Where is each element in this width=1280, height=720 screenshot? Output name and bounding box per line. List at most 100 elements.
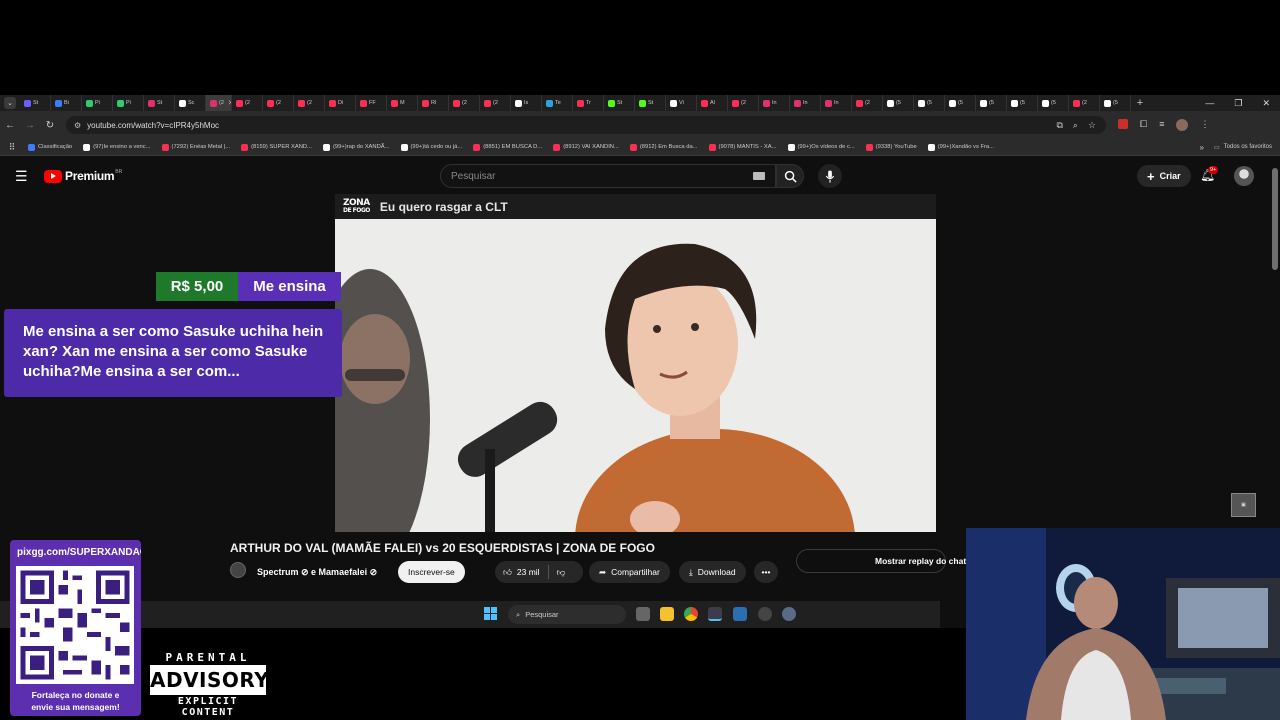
browser-tab[interactable]: Pi	[113, 95, 144, 111]
bookmark-item[interactable]: Classificação	[24, 143, 79, 151]
profile-avatar[interactable]	[1176, 119, 1189, 131]
more-actions-button[interactable]: •••	[754, 561, 778, 583]
browser-tab[interactable]: (5	[914, 95, 945, 111]
show-chat-replay-button[interactable]: Mostrar replay do chat	[796, 549, 966, 573]
browser-tab[interactable]: (2	[852, 95, 883, 111]
maximize-icon[interactable]: ❐	[1234, 98, 1242, 109]
dislike-button[interactable]: 👎︎	[549, 567, 566, 578]
browser-tab[interactable]: RI	[418, 95, 449, 111]
browser-tab[interactable]: M	[387, 95, 418, 111]
browser-tab[interactable]: (5	[945, 95, 976, 111]
obs-icon[interactable]	[758, 607, 772, 621]
browser-tab[interactable]: (2	[294, 95, 325, 111]
browser-tab[interactable]: St	[144, 95, 175, 111]
channel-name[interactable]: Spectrum ⊘ e Mamaefalei ⊘	[257, 567, 377, 578]
streaming-app-icon[interactable]	[708, 607, 722, 621]
browser-tab[interactable]: (2	[449, 95, 480, 111]
browser-tab[interactable]: (5	[1038, 95, 1069, 111]
settings-icon[interactable]	[782, 607, 796, 621]
browser-tab[interactable]: St	[604, 95, 635, 111]
browser-tab[interactable]: Di	[325, 95, 356, 111]
browser-tab[interactable]: (2	[480, 95, 511, 111]
extensions-puzzle-icon[interactable]: ⧠	[1140, 119, 1147, 131]
tab-label: (5	[1113, 100, 1118, 106]
browser-tab[interactable]: Vi	[666, 95, 697, 111]
zoom-icon[interactable]: ⌕	[1073, 120, 1078, 131]
bookmark-item[interactable]: (8159) SUPER XAND...	[237, 143, 319, 151]
browser-tab[interactable]: Al	[697, 95, 728, 111]
browser-tab[interactable]: (5	[1100, 95, 1131, 111]
windows-start-icon[interactable]	[484, 607, 497, 620]
browser-tab[interactable]: In	[790, 95, 821, 111]
browser-tab[interactable]: (5	[1007, 95, 1038, 111]
back-icon[interactable]: ←	[0, 120, 20, 131]
chrome-icon[interactable]	[684, 607, 698, 621]
install-app-icon[interactable]: ⧉	[1056, 120, 1062, 131]
new-tab-button[interactable]: +	[1131, 97, 1149, 109]
keyboard-icon[interactable]	[753, 172, 765, 180]
browser-tab[interactable]: (5	[976, 95, 1007, 111]
search-button[interactable]	[776, 164, 804, 188]
browser-tab[interactable]: (5	[883, 95, 914, 111]
tab-search-button[interactable]: ⌄	[4, 97, 16, 109]
browser-tab[interactable]: St	[20, 95, 51, 111]
bookmark-item[interactable]: (9078) MANTIS - XA...	[705, 143, 784, 151]
youtube-logo[interactable]: Premium BR	[44, 169, 122, 183]
share-button[interactable]: ➦ Compartilhar	[589, 561, 670, 583]
subscribe-button[interactable]: Inscrever-se	[398, 561, 465, 583]
bookmark-item[interactable]: (8912) VAI XANDIN...	[549, 143, 626, 151]
apps-grid-icon[interactable]: ⠿	[0, 142, 24, 153]
bookmark-item[interactable]: (9338) YouTube	[862, 143, 924, 151]
browser-tab[interactable]: Sc	[175, 95, 206, 111]
browser-tab[interactable]: Bi	[51, 95, 82, 111]
browser-tab[interactable]: (2	[232, 95, 263, 111]
close-window-icon[interactable]: ✕	[1262, 98, 1270, 109]
create-button[interactable]: + Criar	[1137, 165, 1191, 187]
task-view-icon[interactable]	[636, 607, 650, 621]
file-explorer-icon[interactable]	[660, 607, 674, 621]
browser-tab[interactable]: In	[821, 95, 852, 111]
browser-tab[interactable]: Te	[542, 95, 573, 111]
menu-icon[interactable]: ☰	[15, 168, 28, 185]
browser-tab[interactable]: St	[635, 95, 666, 111]
browser-tab[interactable]: Tr	[573, 95, 604, 111]
browser-tab[interactable]: (2	[1069, 95, 1100, 111]
browser-tab[interactable]: (2	[263, 95, 294, 111]
browser-tab[interactable]: Pi	[82, 95, 113, 111]
extension-icon[interactable]	[1118, 119, 1128, 129]
bookmark-item[interactable]: (8851) EM BUSCA D...	[469, 143, 549, 151]
voice-search-button[interactable]	[818, 164, 842, 188]
search-input[interactable]: Pesquisar	[440, 164, 776, 188]
bookmark-item[interactable]: (97)Ie ensino a venc...	[79, 143, 157, 151]
player-settings-icon[interactable]: ▣	[1231, 493, 1256, 517]
bookmark-item[interactable]: (99+)tá cedo ou já...	[397, 143, 470, 151]
like-button[interactable]: 👍︎ 23 mil	[495, 565, 549, 579]
channel-avatar[interactable]	[230, 562, 246, 578]
app-icon[interactable]	[733, 607, 747, 621]
bookmark-item[interactable]: (99+)Os vídeos de c...	[784, 143, 862, 151]
media-control-icon[interactable]: ≡	[1159, 119, 1164, 131]
bookmark-item[interactable]: (8912) Em Busca da...	[626, 143, 705, 151]
taskbar-search[interactable]: ⌕ Pesquisar	[508, 605, 626, 624]
browser-tab[interactable]: In	[759, 95, 790, 111]
all-bookmarks-button[interactable]: ▭ Todos os favoritos	[1214, 144, 1280, 151]
browser-menu-icon[interactable]: ⋮	[1200, 119, 1209, 131]
browser-tab[interactable]: (2✕	[206, 95, 232, 111]
bookmarks-overflow-icon[interactable]: »	[1200, 143, 1214, 152]
bookmark-item[interactable]: (99+)Xandão vs Fra...	[924, 143, 1001, 151]
bookmark-item[interactable]: (7292) Enéas Metal |...	[158, 143, 238, 151]
minimize-icon[interactable]: —	[1205, 98, 1214, 109]
forward-icon[interactable]: →	[20, 120, 40, 131]
bookmark-star-icon[interactable]: ☆	[1088, 120, 1096, 131]
bookmark-item[interactable]: (99+)rap do XANDÃ...	[319, 143, 397, 151]
video-player[interactable]: ZONA DE FOGO Eu quero rasgar a CLT	[335, 194, 936, 532]
browser-tab[interactable]: Is	[511, 95, 542, 111]
page-scrollbar[interactable]	[1272, 168, 1278, 270]
reload-icon[interactable]: ↻	[40, 120, 60, 131]
browser-tab[interactable]: FF	[356, 95, 387, 111]
address-bar[interactable]: ⚙ youtube.com/watch?v=cIPR4y5hMoc ⧉ ⌕ ☆	[66, 116, 1106, 134]
browser-tab[interactable]: (2	[728, 95, 759, 111]
account-avatar[interactable]	[1234, 166, 1254, 186]
download-button[interactable]: ⤓ Download	[679, 561, 746, 583]
site-info-icon[interactable]: ⚙	[74, 121, 81, 130]
